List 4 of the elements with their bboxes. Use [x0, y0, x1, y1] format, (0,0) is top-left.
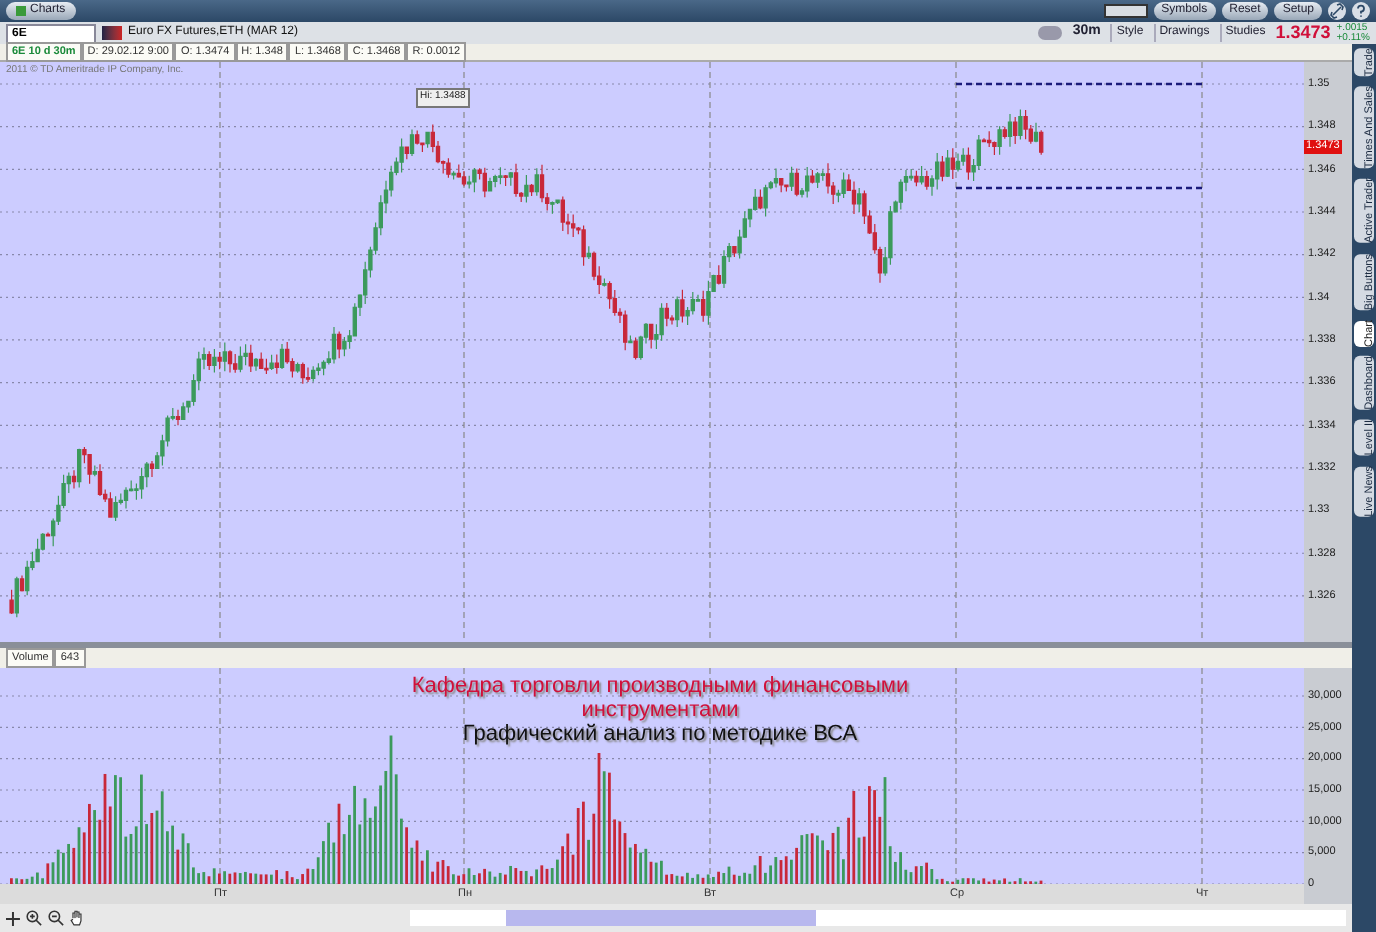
last-price: 1.3473	[1275, 19, 1331, 46]
overlay-caption: Кафедра торговли производными финансовыми	[411, 674, 909, 698]
overlay-caption: Графический анализ по методике ВСА	[462, 722, 858, 746]
overlay-caption: инструментами	[581, 698, 739, 722]
